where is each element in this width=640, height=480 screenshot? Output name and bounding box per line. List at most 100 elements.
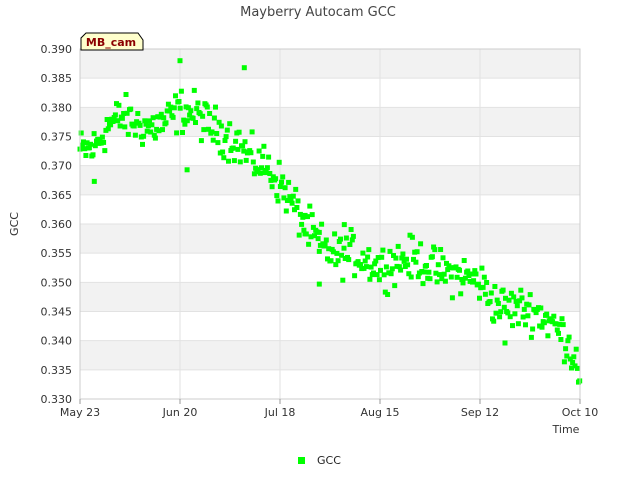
data-point: [389, 266, 395, 272]
data-point: [316, 281, 322, 287]
data-point: [379, 254, 385, 260]
data-point: [480, 284, 486, 290]
data-point: [280, 174, 286, 180]
data-point: [215, 140, 221, 146]
data-point: [91, 131, 97, 137]
data-point: [302, 231, 308, 237]
data-point: [442, 278, 448, 284]
data-point: [492, 284, 498, 289]
data-point: [488, 290, 494, 296]
data-point: [88, 141, 94, 147]
data-point: [429, 254, 435, 260]
data-point: [152, 135, 158, 141]
data-point: [237, 159, 243, 165]
data-point: [213, 104, 218, 110]
data-point: [526, 302, 532, 308]
data-point: [309, 212, 315, 218]
x-axis-label: Time: [552, 423, 580, 436]
data-point: [460, 280, 466, 286]
data-point: [340, 277, 346, 283]
data-point: [521, 306, 527, 312]
data-point: [214, 131, 220, 136]
data-point: [448, 274, 454, 280]
data-point: [432, 247, 438, 253]
data-point: [283, 208, 289, 214]
data-point: [378, 267, 383, 273]
data-point: [241, 65, 247, 71]
data-point: [558, 337, 564, 342]
data-point: [571, 354, 577, 360]
data-point: [525, 313, 531, 319]
data-point: [275, 198, 281, 204]
data-point: [487, 299, 493, 304]
data-point: [381, 272, 387, 278]
data-point: [544, 311, 550, 317]
data-point: [277, 184, 283, 189]
data-point: [233, 138, 239, 144]
data-point: [256, 148, 262, 154]
data-point: [171, 105, 177, 111]
data-point: [328, 258, 334, 264]
data-point: [365, 254, 371, 260]
data-point: [566, 334, 572, 340]
x-tick-label: Jul 18: [264, 406, 296, 419]
data-point: [424, 263, 429, 268]
data-point: [338, 236, 343, 242]
data-point: [249, 129, 255, 135]
data-point: [405, 262, 411, 268]
data-point: [290, 193, 296, 199]
data-point: [223, 134, 229, 140]
y-tick-label: 0.375: [41, 131, 73, 144]
data-point: [104, 117, 110, 122]
x-tick-label: Sep 12: [461, 406, 499, 419]
data-point: [323, 237, 329, 243]
data-point: [132, 132, 138, 138]
data-point: [264, 165, 270, 171]
data-point: [227, 121, 233, 127]
data-point: [435, 262, 441, 268]
data-point: [408, 274, 414, 280]
data-point: [279, 179, 284, 185]
data-point: [296, 232, 302, 238]
data-point: [294, 205, 300, 210]
chart-title: Mayberry Autocam GCC: [240, 5, 396, 20]
legend-label-gcc: GCC: [317, 454, 341, 467]
data-point: [530, 326, 536, 332]
data-point: [195, 100, 201, 106]
data-point: [497, 314, 503, 320]
data-point: [520, 314, 526, 320]
data-point: [366, 247, 372, 253]
legend-swatch: [298, 457, 305, 464]
data-point: [198, 138, 204, 144]
data-point: [163, 120, 169, 126]
data-point: [388, 271, 394, 277]
data-point: [347, 242, 353, 247]
data-point: [343, 235, 349, 241]
grid-bands: [80, 49, 580, 370]
data-point: [545, 333, 551, 339]
data-point: [457, 267, 462, 273]
x-axis-ticks: May 23 Jun 20 Jul 18 Aug 15 Sep 12 Oct 10: [60, 399, 598, 419]
data-point: [224, 127, 230, 133]
data-point: [315, 236, 321, 242]
data-point: [299, 221, 305, 227]
data-point: [426, 269, 432, 275]
data-point: [184, 118, 190, 124]
data-point: [400, 251, 406, 257]
data-point: [177, 105, 183, 111]
data-point: [201, 127, 207, 133]
data-point: [502, 340, 508, 346]
data-point: [242, 139, 248, 145]
grid-band: [80, 49, 580, 79]
data-point: [376, 277, 382, 283]
data-point: [101, 139, 107, 145]
y-tick-label: 0.360: [41, 218, 73, 231]
y-tick-label: 0.340: [41, 335, 73, 348]
data-point: [335, 258, 341, 264]
data-point: [441, 271, 447, 277]
data-point: [184, 167, 190, 173]
data-point: [260, 153, 266, 159]
data-point: [209, 129, 215, 135]
data-point: [559, 316, 565, 322]
data-point: [479, 265, 485, 271]
